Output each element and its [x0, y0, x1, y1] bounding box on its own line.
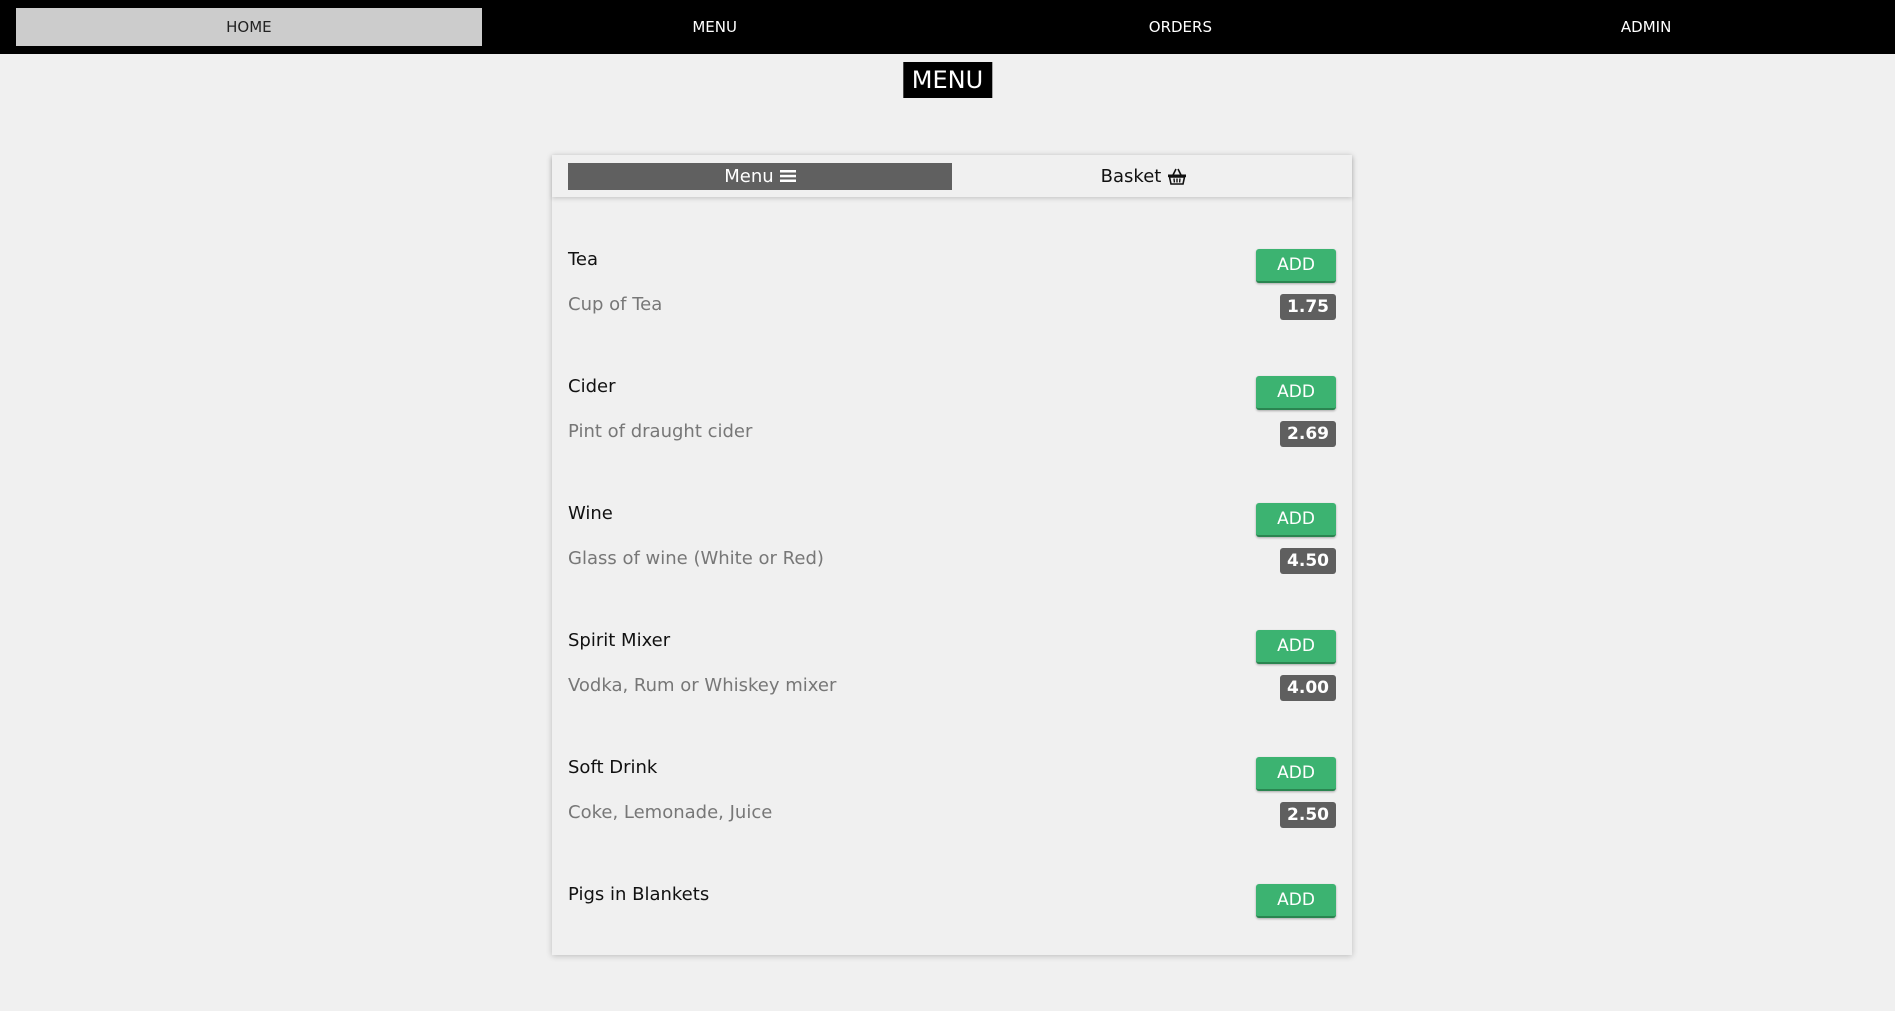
add-button[interactable]: ADD [1256, 757, 1336, 791]
tab-menu-label: Menu [724, 166, 773, 187]
nav-orders[interactable]: ORDERS [948, 8, 1414, 46]
tab-basket[interactable]: Basket [952, 163, 1336, 190]
item-description: Cup of Tea [568, 294, 662, 315]
menu-item: Soft Drink ADD Coke, Lemonade, Juice 2.5… [568, 757, 1336, 884]
price-badge: 1.75 [1280, 294, 1336, 320]
tab-menu[interactable]: Menu [568, 163, 952, 190]
item-description: Glass of wine (White or Red) [568, 548, 824, 569]
item-description: Coke, Lemonade, Juice [568, 802, 772, 823]
add-button[interactable]: ADD [1256, 630, 1336, 664]
price-badge: 4.00 [1280, 675, 1336, 701]
price-badge: 2.50 [1280, 802, 1336, 828]
menu-item: Tea ADD Cup of Tea 1.75 [568, 249, 1336, 376]
panel-tabs: Menu Basket [552, 155, 1352, 197]
menu-item: Spirit Mixer ADD Vodka, Rum or Whiskey m… [568, 630, 1336, 757]
hamburger-icon [780, 169, 796, 183]
menu-item-list: Tea ADD Cup of Tea 1.75 Cider ADD Pint o… [552, 249, 1352, 1011]
add-button[interactable]: ADD [1256, 503, 1336, 537]
price-badge: 4.50 [1280, 548, 1336, 574]
menu-item: Cider ADD Pint of draught cider 2.69 [568, 376, 1336, 503]
add-button[interactable]: ADD [1256, 376, 1336, 410]
menu-item: Pigs in Blankets ADD [568, 884, 1336, 1011]
page-title: MENU [903, 62, 992, 98]
nav-admin[interactable]: ADMIN [1413, 8, 1879, 46]
nav-home[interactable]: HOME [16, 8, 482, 46]
menu-panel: Menu Basket [552, 155, 1352, 955]
item-description: Vodka, Rum or Whiskey mixer [568, 675, 836, 696]
item-name: Spirit Mixer [568, 630, 670, 651]
item-name: Soft Drink [568, 757, 657, 778]
nav-menu[interactable]: MENU [482, 8, 948, 46]
item-name: Wine [568, 503, 613, 524]
item-description: Pint of draught cider [568, 421, 752, 442]
item-name: Cider [568, 376, 615, 397]
tab-basket-label: Basket [1101, 166, 1162, 187]
price-badge: 2.69 [1280, 421, 1336, 447]
add-button[interactable]: ADD [1256, 249, 1336, 283]
menu-item: Wine ADD Glass of wine (White or Red) 4.… [568, 503, 1336, 630]
item-name: Pigs in Blankets [568, 884, 709, 905]
basket-icon [1167, 168, 1187, 185]
add-button[interactable]: ADD [1256, 884, 1336, 918]
item-name: Tea [568, 249, 598, 270]
top-navigation: HOME MENU ORDERS ADMIN [0, 0, 1895, 54]
